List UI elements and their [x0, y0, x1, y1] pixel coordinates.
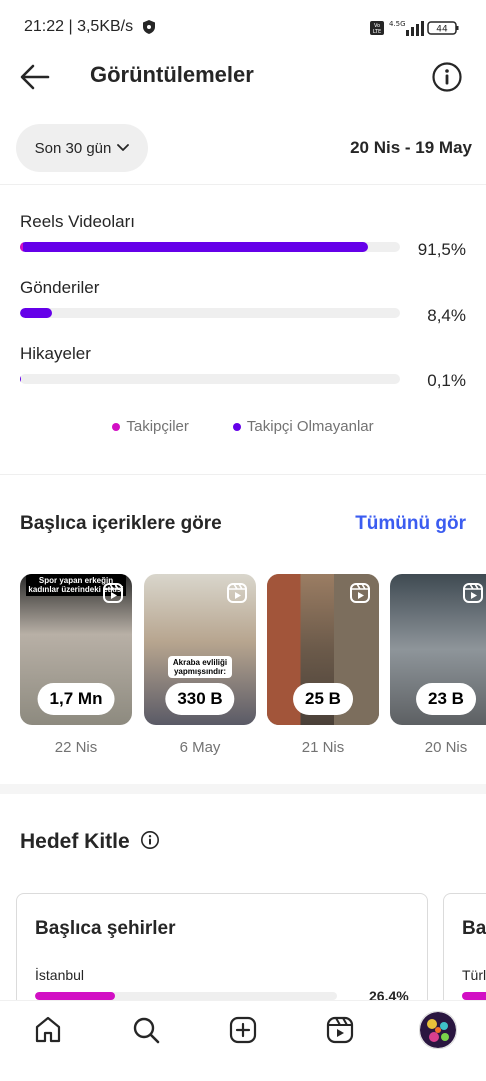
- reels-icon: [349, 582, 371, 604]
- signal-battery-icons: Vo LTE 4.5G 44: [370, 18, 460, 38]
- status-bar: 21:22 | 3,5KB/s Vo LTE 4.5G 44: [0, 0, 486, 56]
- section-separator: [0, 784, 486, 794]
- period-dropdown[interactable]: Son 30 gün: [16, 124, 148, 172]
- chevron-down-icon: [117, 144, 129, 152]
- bar-fill-non-followers: [20, 242, 368, 252]
- section-title-audience: Hedef Kitle: [20, 830, 130, 854]
- legend-followers: Takipçiler: [112, 418, 189, 435]
- svg-text:LTE: LTE: [373, 29, 381, 35]
- breakdown-percent-reels: 91,5%: [418, 240, 466, 260]
- period-label: Son 30 gün: [35, 140, 112, 157]
- search-icon[interactable]: [131, 1015, 161, 1045]
- breakdown-percent-posts: 8,4%: [427, 306, 466, 326]
- city-bar: [35, 992, 337, 1000]
- create-icon[interactable]: [228, 1015, 258, 1045]
- breakdown-bar-stories: [20, 374, 400, 384]
- thumbnail-date: 6 May: [144, 739, 256, 756]
- shield-icon: [143, 20, 155, 34]
- view-count-badge: 23 B: [416, 683, 476, 715]
- card-title: Başlıca şehirler: [35, 918, 175, 940]
- page-title: Görüntülemeler: [90, 62, 254, 88]
- svg-text:44: 44: [436, 25, 448, 35]
- content-thumbnail[interactable]: Spor yapan erkeğin kadınlar üzerindeki e…: [20, 574, 132, 725]
- see-all-link[interactable]: Tümünü gör: [355, 513, 466, 535]
- status-time: 21:22 | 3,5KB/s: [24, 18, 133, 36]
- city-label: İstanbul: [35, 967, 84, 983]
- breakdown-label-posts: Gönderiler: [20, 278, 99, 298]
- thumbnail-date: 22 Nis: [20, 739, 132, 756]
- legend-followers-label: Takipçiler: [126, 418, 189, 435]
- thumbnail-date: 21 Nis: [267, 739, 379, 756]
- dot-icon: [112, 423, 120, 431]
- legend-non-followers-label: Takipçi Olmayanlar: [247, 418, 374, 435]
- svg-text:4.5G: 4.5G: [389, 20, 406, 28]
- bar-fill-followers: [20, 242, 23, 252]
- city-bar-fill: [462, 992, 486, 1000]
- reels-icon: [102, 582, 124, 604]
- bar-legend: Takipçiler Takipçi Olmayanlar: [0, 418, 486, 435]
- divider: [0, 474, 486, 475]
- thumbnail-date: 20 Nis: [390, 739, 486, 756]
- view-count-badge: 330 B: [165, 683, 234, 715]
- back-arrow-icon[interactable]: [18, 60, 52, 94]
- breakdown-label-stories: Hikayeler: [20, 344, 91, 364]
- avatar-image: [420, 1012, 456, 1048]
- home-icon[interactable]: [33, 1015, 63, 1045]
- content-thumbnail[interactable]: Akraba evliliği yapmışsındır: 330 B: [144, 574, 256, 725]
- legend-non-followers: Takipçi Olmayanlar: [233, 418, 374, 435]
- content-thumbnail[interactable]: 25 B: [267, 574, 379, 725]
- view-count-badge: 1,7 Mn: [38, 683, 115, 715]
- breakdown-percent-stories: 0,1%: [427, 371, 466, 391]
- thumbnail-caption: Akraba evliliği yapmışsındır:: [168, 656, 232, 678]
- city-bar-fill: [35, 992, 115, 1000]
- breakdown-bar-posts: [20, 308, 400, 318]
- dot-icon: [233, 423, 241, 431]
- city-label: Türl: [462, 967, 486, 983]
- profile-avatar[interactable]: [419, 1011, 457, 1049]
- divider: [0, 184, 486, 185]
- view-count-badge: 25 B: [293, 683, 353, 715]
- reels-icon[interactable]: [325, 1015, 355, 1045]
- section-title-top-content: Başlıca içeriklere göre: [20, 513, 222, 535]
- content-thumbnail[interactable]: 23 B: [390, 574, 486, 725]
- bar-fill-non-followers: [20, 308, 52, 318]
- date-range: 20 Nis - 19 May: [350, 138, 472, 158]
- breakdown-bar-reels: [20, 242, 400, 252]
- info-icon[interactable]: [140, 830, 160, 850]
- reels-icon: [226, 582, 248, 604]
- info-icon[interactable]: [430, 60, 464, 94]
- reels-icon: [462, 582, 484, 604]
- breakdown-label-reels: Reels Videoları: [20, 212, 135, 232]
- card-title: Ba: [462, 918, 486, 940]
